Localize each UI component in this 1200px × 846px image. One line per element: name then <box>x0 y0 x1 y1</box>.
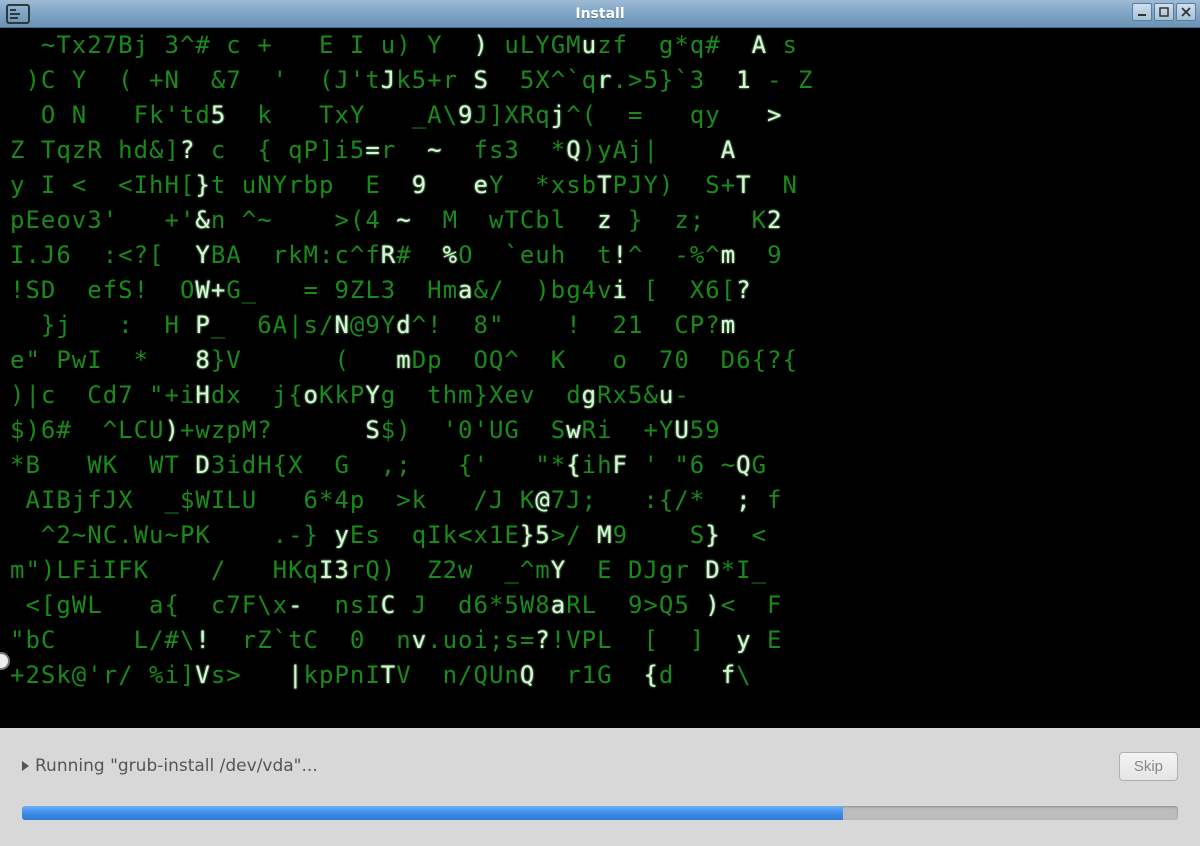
status-left: Running "grub-install /dev/vda"... <box>22 756 318 776</box>
status-row: Running "grub-install /dev/vda"... Skip <box>22 746 1178 786</box>
titlebar: Install <box>0 0 1200 28</box>
window-title: Install <box>0 6 1200 22</box>
matrix-row: "bC L/#\! rZ`tC 0 nv.uoi;s=?!VPL [ ] y E <box>0 623 1200 658</box>
expand-details-icon[interactable] <box>22 761 29 771</box>
matrix-screensaver-area: ~Tx27Bj 3^# c + E I u) Y ) uLYGMuzf g*q#… <box>0 28 1200 728</box>
matrix-row: <[gWL a{ c7F\x- nsIC J d6*5W8aRL 9>Q5 )<… <box>0 588 1200 623</box>
status-text: Running "grub-install /dev/vda"... <box>35 756 318 776</box>
matrix-row: e" PwI * 8}V ( mDp OQ^ K o 70 D6{?{ <box>0 343 1200 378</box>
window-controls <box>1132 3 1196 21</box>
matrix-row: )C Y ( +N &7 ' (J'tJk5+r S 5X^`qr.>5}`3 … <box>0 63 1200 98</box>
maximize-button[interactable] <box>1154 3 1174 21</box>
progress-bar-fill <box>22 806 843 820</box>
matrix-row: ^2~NC.Wu~PK .-} yEs qIk<x1E}5>/ M9 S} < <box>0 518 1200 553</box>
matrix-row: Z TqzR hd&]? c { qP]i5=r ~ fs3 *Q)yAj| A <box>0 133 1200 168</box>
progress-bar <box>22 806 1178 820</box>
matrix-row: }j : H P_ 6A|s/N@9Yd^! 8" ! 21 CP?m <box>0 308 1200 343</box>
titlebar-left <box>0 0 40 27</box>
matrix-row: !SD efS! OW+G_ = 9ZL3 Hma&/ )bg4vi [ X6[… <box>0 273 1200 308</box>
installer-bottom-panel: Running "grub-install /dev/vda"... Skip <box>0 728 1200 846</box>
app-icon <box>4 3 32 25</box>
matrix-row: +2Sk@'r/ %i]Vs> |kpPnITV n/QUnQ r1G {d f… <box>0 658 1200 693</box>
matrix-row: I.J6 :<?[ YBA rkM:c^fR# %O `euh t!^ -%^m… <box>0 238 1200 273</box>
matrix-row: ~Tx27Bj 3^# c + E I u) Y ) uLYGMuzf g*q#… <box>0 28 1200 63</box>
matrix-row: pEeov3' +'&n ^~ >(4 ~ M wTCbl z } z; K2 <box>0 203 1200 238</box>
skip-button[interactable]: Skip <box>1119 752 1178 781</box>
matrix-row: )|c Cd7 "+iHdx j{oKkPYg thm}Xev dgRx5&u- <box>0 378 1200 413</box>
matrix-row: O N Fk'td5 k TxY _A\9J]XRqj^( = qy > <box>0 98 1200 133</box>
close-button[interactable] <box>1176 3 1196 21</box>
matrix-row: AIBjfJX _$WILU 6*4p >k /J K@7J; :{/* ; f <box>0 483 1200 518</box>
matrix-row: y I < <IhH[}t uNYrbp E 9 eY *xsbTPJY) S+… <box>0 168 1200 203</box>
matrix-row: $)6# ^LCU)+wzpM? S$) '0'UG SwRi +YU59 <box>0 413 1200 448</box>
minimize-button[interactable] <box>1132 3 1152 21</box>
matrix-row: *B WK WT D3idH{X G ,; {' "*{ihF ' "6 ~QG <box>0 448 1200 483</box>
matrix-row: m")LFiIFK / HKqI3rQ) Z2w _^mY E DJgr D*I… <box>0 553 1200 588</box>
